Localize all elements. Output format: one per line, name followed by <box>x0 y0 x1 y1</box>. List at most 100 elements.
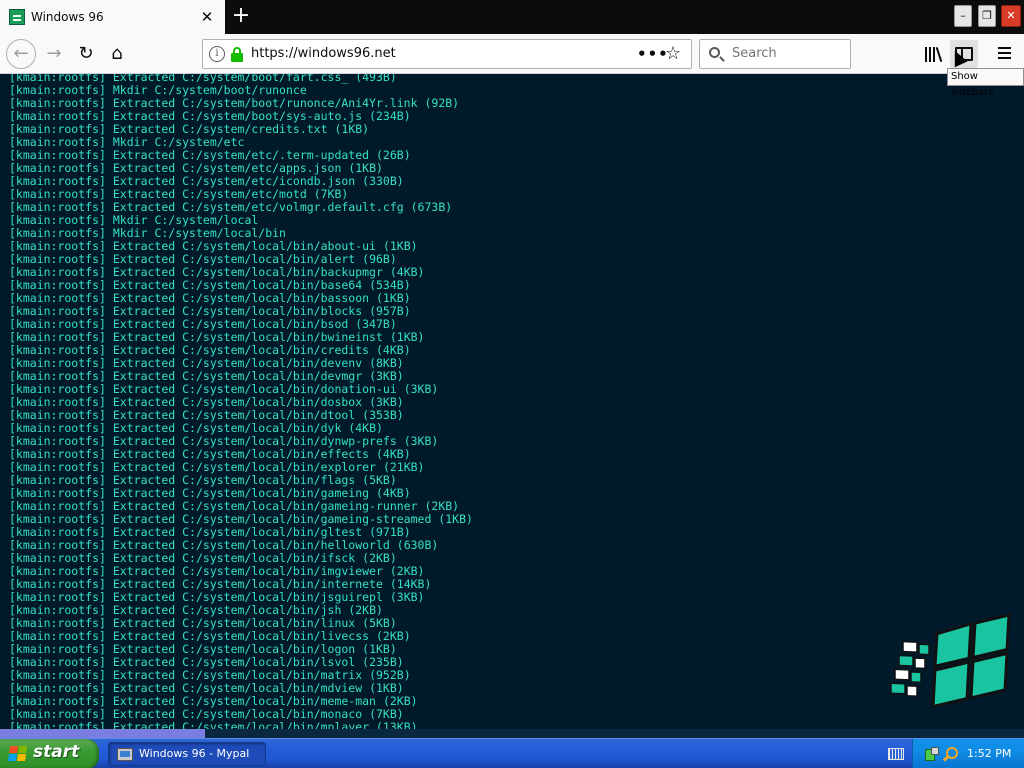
console-action: Extracted <box>112 681 176 695</box>
console-size: (353B) <box>362 408 404 422</box>
site-info-icon[interactable]: i <box>209 46 225 62</box>
console-size: (630B) <box>396 538 439 552</box>
console-path: C:/system/local/bin/bsod <box>182 317 349 331</box>
console-prompt: [kmain:rootfs] <box>9 382 106 396</box>
console-action: Extracted <box>112 538 176 552</box>
console-path: C:/system/local/bin/logon <box>182 642 356 656</box>
console-path: C:/system/etc/motd <box>182 187 307 201</box>
console-action: Extracted <box>112 564 176 578</box>
console-size: (1KB) <box>348 161 383 175</box>
keyboard-tray-icon[interactable] <box>888 748 904 760</box>
console-action: Mkdir <box>112 135 148 149</box>
console-action: Extracted <box>112 577 176 591</box>
taskbar-app-label: Windows 96 - Mypal <box>139 747 250 760</box>
reload-button[interactable]: ↻ <box>72 40 100 68</box>
logo-checker-flag <box>890 640 930 697</box>
console-action: Extracted <box>112 603 176 617</box>
console-action: Extracted <box>112 382 176 396</box>
console-path: C:/system/local/bin/helloworld <box>182 538 390 552</box>
console-size: (3KB) <box>369 395 404 409</box>
secure-lock-icon[interactable] <box>231 47 243 62</box>
console-action: Extracted <box>112 343 176 357</box>
console-size: (3KB) <box>369 369 404 383</box>
console-prompt: [kmain:rootfs] <box>9 213 106 227</box>
console-path: C:/system/local/bin/gltest <box>182 525 363 539</box>
console-size: (1KB) <box>362 642 397 656</box>
forward-button[interactable]: → <box>40 40 68 68</box>
console-path: C:/system/boot/sys-auto.js <box>182 109 363 123</box>
console-size: (8KB) <box>369 356 404 370</box>
url-bar[interactable]: i https://windows96.net ••• ☆ <box>202 39 692 69</box>
windows96-favicon-icon <box>9 9 25 25</box>
menu-button[interactable] <box>995 43 1015 63</box>
library-icon[interactable] <box>922 42 946 66</box>
console-size: (3KB) <box>389 590 425 604</box>
console-path: C:/system/local/bin <box>154 226 286 240</box>
console-prompt: [kmain:rootfs] <box>9 460 106 474</box>
console-prompt: [kmain:rootfs] <box>9 447 106 461</box>
console-prompt: [kmain:rootfs] <box>9 395 106 409</box>
window-minimize-button[interactable]: – <box>954 5 972 27</box>
console-path: C:/system/etc/icondb.json <box>182 174 356 188</box>
taskbar-app-mypal[interactable]: Windows 96 - Mypal <box>108 742 266 766</box>
console-path: C:/system/local/bin/gameing <box>182 486 370 500</box>
page-actions-icon[interactable]: ••• <box>637 40 669 68</box>
console-prompt: [kmain:rootfs] <box>9 148 106 162</box>
search-tray-icon[interactable] <box>943 747 958 761</box>
console-path: C:/system/local/bin/ifsck <box>182 551 356 565</box>
console-prompt: [kmain:rootfs] <box>9 707 106 721</box>
console-prompt: [kmain:rootfs] <box>9 642 106 656</box>
console-size: (235B) <box>362 655 404 669</box>
bookmark-star-icon[interactable]: ☆ <box>665 40 681 68</box>
console-prompt: [kmain:rootfs] <box>9 499 106 513</box>
console-size: (1KB) <box>389 330 425 344</box>
console-action: Extracted <box>112 525 176 539</box>
console-prompt: [kmain:rootfs] <box>9 525 106 539</box>
network-tray-icon[interactable] <box>925 747 939 761</box>
home-button[interactable]: ⌂ <box>103 40 131 68</box>
tab-windows96[interactable]: Windows 96 ✕ <box>0 0 225 34</box>
console-prompt: [kmain:rootfs] <box>9 512 106 526</box>
console-size: (1KB) <box>382 239 418 253</box>
console-prompt: [kmain:rootfs] <box>9 135 106 149</box>
console-path: C:/system/local/bin/lsvol <box>182 655 356 669</box>
console-prompt: [kmain:rootfs] <box>9 109 106 123</box>
window-close-button[interactable]: ✕ <box>1001 5 1021 27</box>
console-size: (2KB) <box>362 551 397 565</box>
search-bar[interactable]: Search <box>699 39 851 69</box>
console-prompt: [kmain:rootfs] <box>9 83 106 97</box>
window-restore-button[interactable]: ❐ <box>978 5 996 27</box>
console-path: C:/system/local/bin/dtool <box>182 408 356 422</box>
console-prompt: [kmain:rootfs] <box>9 564 106 578</box>
console-size: (14KB) <box>389 577 432 591</box>
back-button[interactable]: ← <box>6 39 36 69</box>
console-path: C:/system/etc/.term-updated <box>182 148 370 162</box>
search-placeholder: Search <box>732 46 777 61</box>
console-size: (26B) <box>376 148 411 162</box>
console-prompt: [kmain:rootfs] <box>9 252 106 266</box>
console-size: (347B) <box>355 317 397 331</box>
console-action: Extracted <box>112 395 176 409</box>
tab-close-icon[interactable]: ✕ <box>197 7 217 27</box>
start-button[interactable]: start <box>0 739 99 768</box>
console-action: Extracted <box>112 122 176 136</box>
console-prompt: [kmain:rootfs] <box>9 187 106 201</box>
new-tab-button[interactable]: + <box>228 3 254 29</box>
console-size: (4KB) <box>348 421 383 435</box>
console-size: (3KB) <box>403 382 439 396</box>
navigation-toolbar: ← → ↻ ⌂ i https://windows96.net ••• ☆ Se… <box>0 34 1024 74</box>
console-size: (5KB) <box>362 473 397 487</box>
console-path: C:/system/local/bin/bwineinst <box>182 330 383 344</box>
url-text[interactable]: https://windows96.net <box>251 40 396 68</box>
taskbar: start Windows 96 - Mypal 1:52 PM <box>0 738 1024 768</box>
console-path: C:/system/local/bin/effects <box>182 447 370 461</box>
console-prompt: [kmain:rootfs] <box>9 265 106 279</box>
console-size: (1KB) <box>369 681 404 695</box>
console-path: C:/system/credits.txt <box>182 122 328 136</box>
console-action: Extracted <box>112 239 176 253</box>
console-size: (92B) <box>424 96 460 110</box>
console-path: C:/system/local/bin/matrix <box>182 668 363 682</box>
console-prompt: [kmain:rootfs] <box>9 616 106 630</box>
taskbar-clock[interactable]: 1:52 PM <box>967 739 1011 768</box>
console-action: Extracted <box>112 642 176 656</box>
